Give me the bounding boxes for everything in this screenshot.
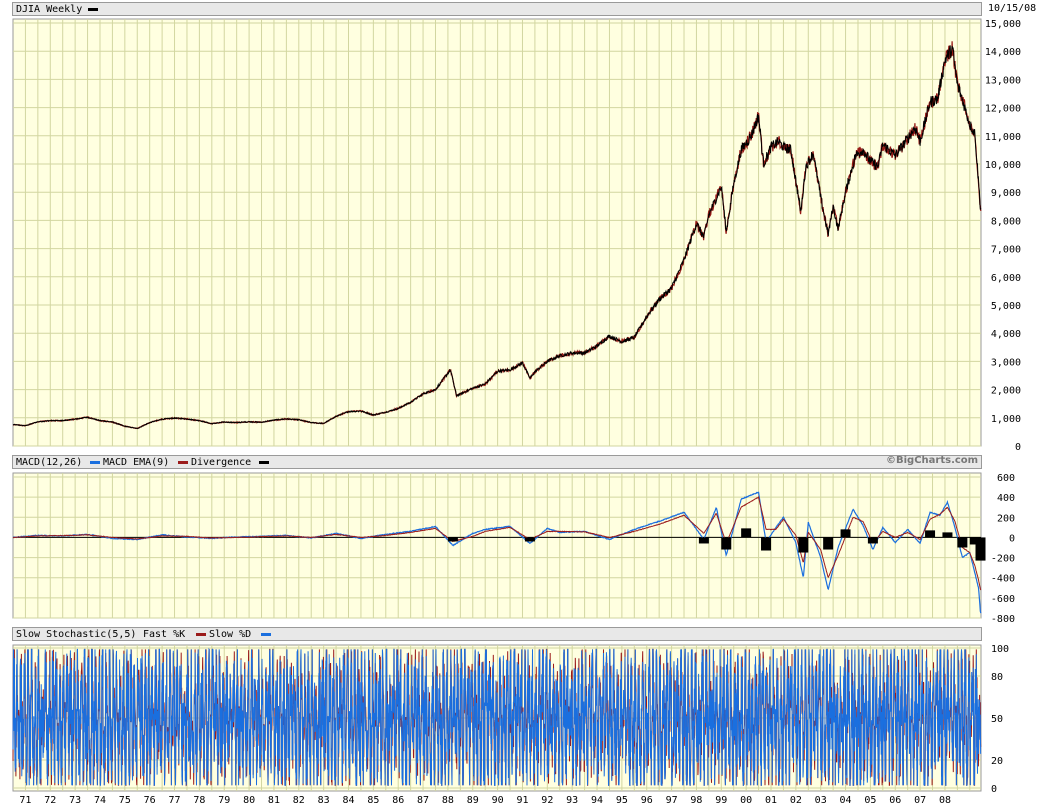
x-tick-label: 75 <box>119 795 131 806</box>
x-tick-label: 08 <box>939 795 951 806</box>
macd-y-tick: -400 <box>991 574 1015 585</box>
price-y-tick: 14,000 <box>985 47 1021 58</box>
price-y-tick: 15,000 <box>985 19 1021 30</box>
divergence-bar <box>447 537 458 542</box>
divergence-bar <box>798 537 809 553</box>
divergence-bar <box>840 529 851 538</box>
x-tick-label: 00 <box>740 795 752 806</box>
x-tick-label: 82 <box>293 795 305 806</box>
divergence-bar <box>957 537 968 548</box>
x-tick-label: 83 <box>318 795 330 806</box>
price-y-tick: 4,000 <box>991 329 1021 340</box>
divergence-bar <box>942 532 953 538</box>
divergence-bar <box>524 537 535 542</box>
x-tick-label: 77 <box>169 795 181 806</box>
x-tick-label: 79 <box>218 795 230 806</box>
macd-panel <box>12 472 982 619</box>
price-y-tick: 8,000 <box>991 216 1021 227</box>
divergence-bar <box>867 537 878 544</box>
price-y-tick: 0 <box>1015 442 1021 453</box>
stoch-y-tick: 100 <box>991 644 1009 655</box>
price-y-tick: 9,000 <box>991 188 1021 199</box>
x-tick-label: 92 <box>541 795 553 806</box>
price-y-tick: 1,000 <box>991 414 1021 425</box>
x-tick-label: 76 <box>144 795 156 806</box>
price-y-tick: 11,000 <box>985 132 1021 143</box>
divergence-bar <box>761 537 772 551</box>
macd-y-tick: 400 <box>997 493 1015 504</box>
x-tick-label: 97 <box>666 795 678 806</box>
price-y-tick: 12,000 <box>985 104 1021 115</box>
x-tick-label: 93 <box>566 795 578 806</box>
divergence-bar <box>975 537 986 561</box>
x-tick-label: 91 <box>516 795 528 806</box>
x-tick-label: 06 <box>889 795 901 806</box>
x-tick-label: 01 <box>765 795 777 806</box>
x-tick-label: 74 <box>94 795 106 806</box>
price-y-tick: 6,000 <box>991 273 1021 284</box>
macd-y-tick: -200 <box>991 554 1015 565</box>
price-y-tick: 2,000 <box>991 386 1021 397</box>
macd-y-tick: 200 <box>997 513 1015 524</box>
x-tick-label: 98 <box>690 795 702 806</box>
macd-y-tick: 0 <box>1009 533 1015 544</box>
x-tick-label: 02 <box>790 795 802 806</box>
stoch-y-tick: 20 <box>991 756 1003 767</box>
macd-y-tick: 600 <box>997 473 1015 484</box>
x-tick-label: 95 <box>616 795 628 806</box>
x-tick-label: 78 <box>193 795 205 806</box>
x-tick-label: 87 <box>417 795 429 806</box>
x-tick-label: 71 <box>19 795 31 806</box>
x-tick-label: 90 <box>492 795 504 806</box>
x-tick-label: 04 <box>840 795 852 806</box>
x-tick-label: 89 <box>467 795 479 806</box>
x-tick-label: 80 <box>243 795 255 806</box>
divergence-bar <box>925 530 936 538</box>
x-tick-label: 85 <box>367 795 379 806</box>
x-tick-label: 84 <box>342 795 354 806</box>
divergence-bar <box>721 537 732 550</box>
x-tick-label: 94 <box>591 795 603 806</box>
x-tick-label: 05 <box>864 795 876 806</box>
macd-y-tick: -800 <box>991 614 1015 625</box>
price-y-tick: 5,000 <box>991 301 1021 312</box>
x-tick-label: 99 <box>715 795 727 806</box>
price-panel <box>12 18 982 447</box>
stoch-y-tick: 80 <box>991 672 1003 683</box>
x-tick-label: 81 <box>268 795 280 806</box>
price-y-tick: 10,000 <box>985 160 1021 171</box>
x-tick-label: 86 <box>392 795 404 806</box>
price-y-tick: 13,000 <box>985 75 1021 86</box>
djia-chart: 0 1,000 2,000 3,000 4,000 5,000 6,000 7,000 8,00… <box>12 18 1021 806</box>
x-tick-label: 96 <box>641 795 653 806</box>
price-y-tick: 3,000 <box>991 357 1021 368</box>
stoch-y-tick: 0 <box>991 784 997 795</box>
divergence-bar <box>823 537 834 550</box>
stoch-y-tick: 50 <box>991 714 1003 725</box>
macd-y-tick: -600 <box>991 594 1015 605</box>
x-tick-label: 72 <box>44 795 56 806</box>
x-tick-label: 88 <box>442 795 454 806</box>
x-tick-label: 07 <box>914 795 926 806</box>
divergence-bar <box>741 528 752 538</box>
price-y-tick: 7,000 <box>991 245 1021 256</box>
x-tick-label: 03 <box>815 795 827 806</box>
divergence-bar <box>698 537 709 544</box>
x-tick-label: 73 <box>69 795 81 806</box>
